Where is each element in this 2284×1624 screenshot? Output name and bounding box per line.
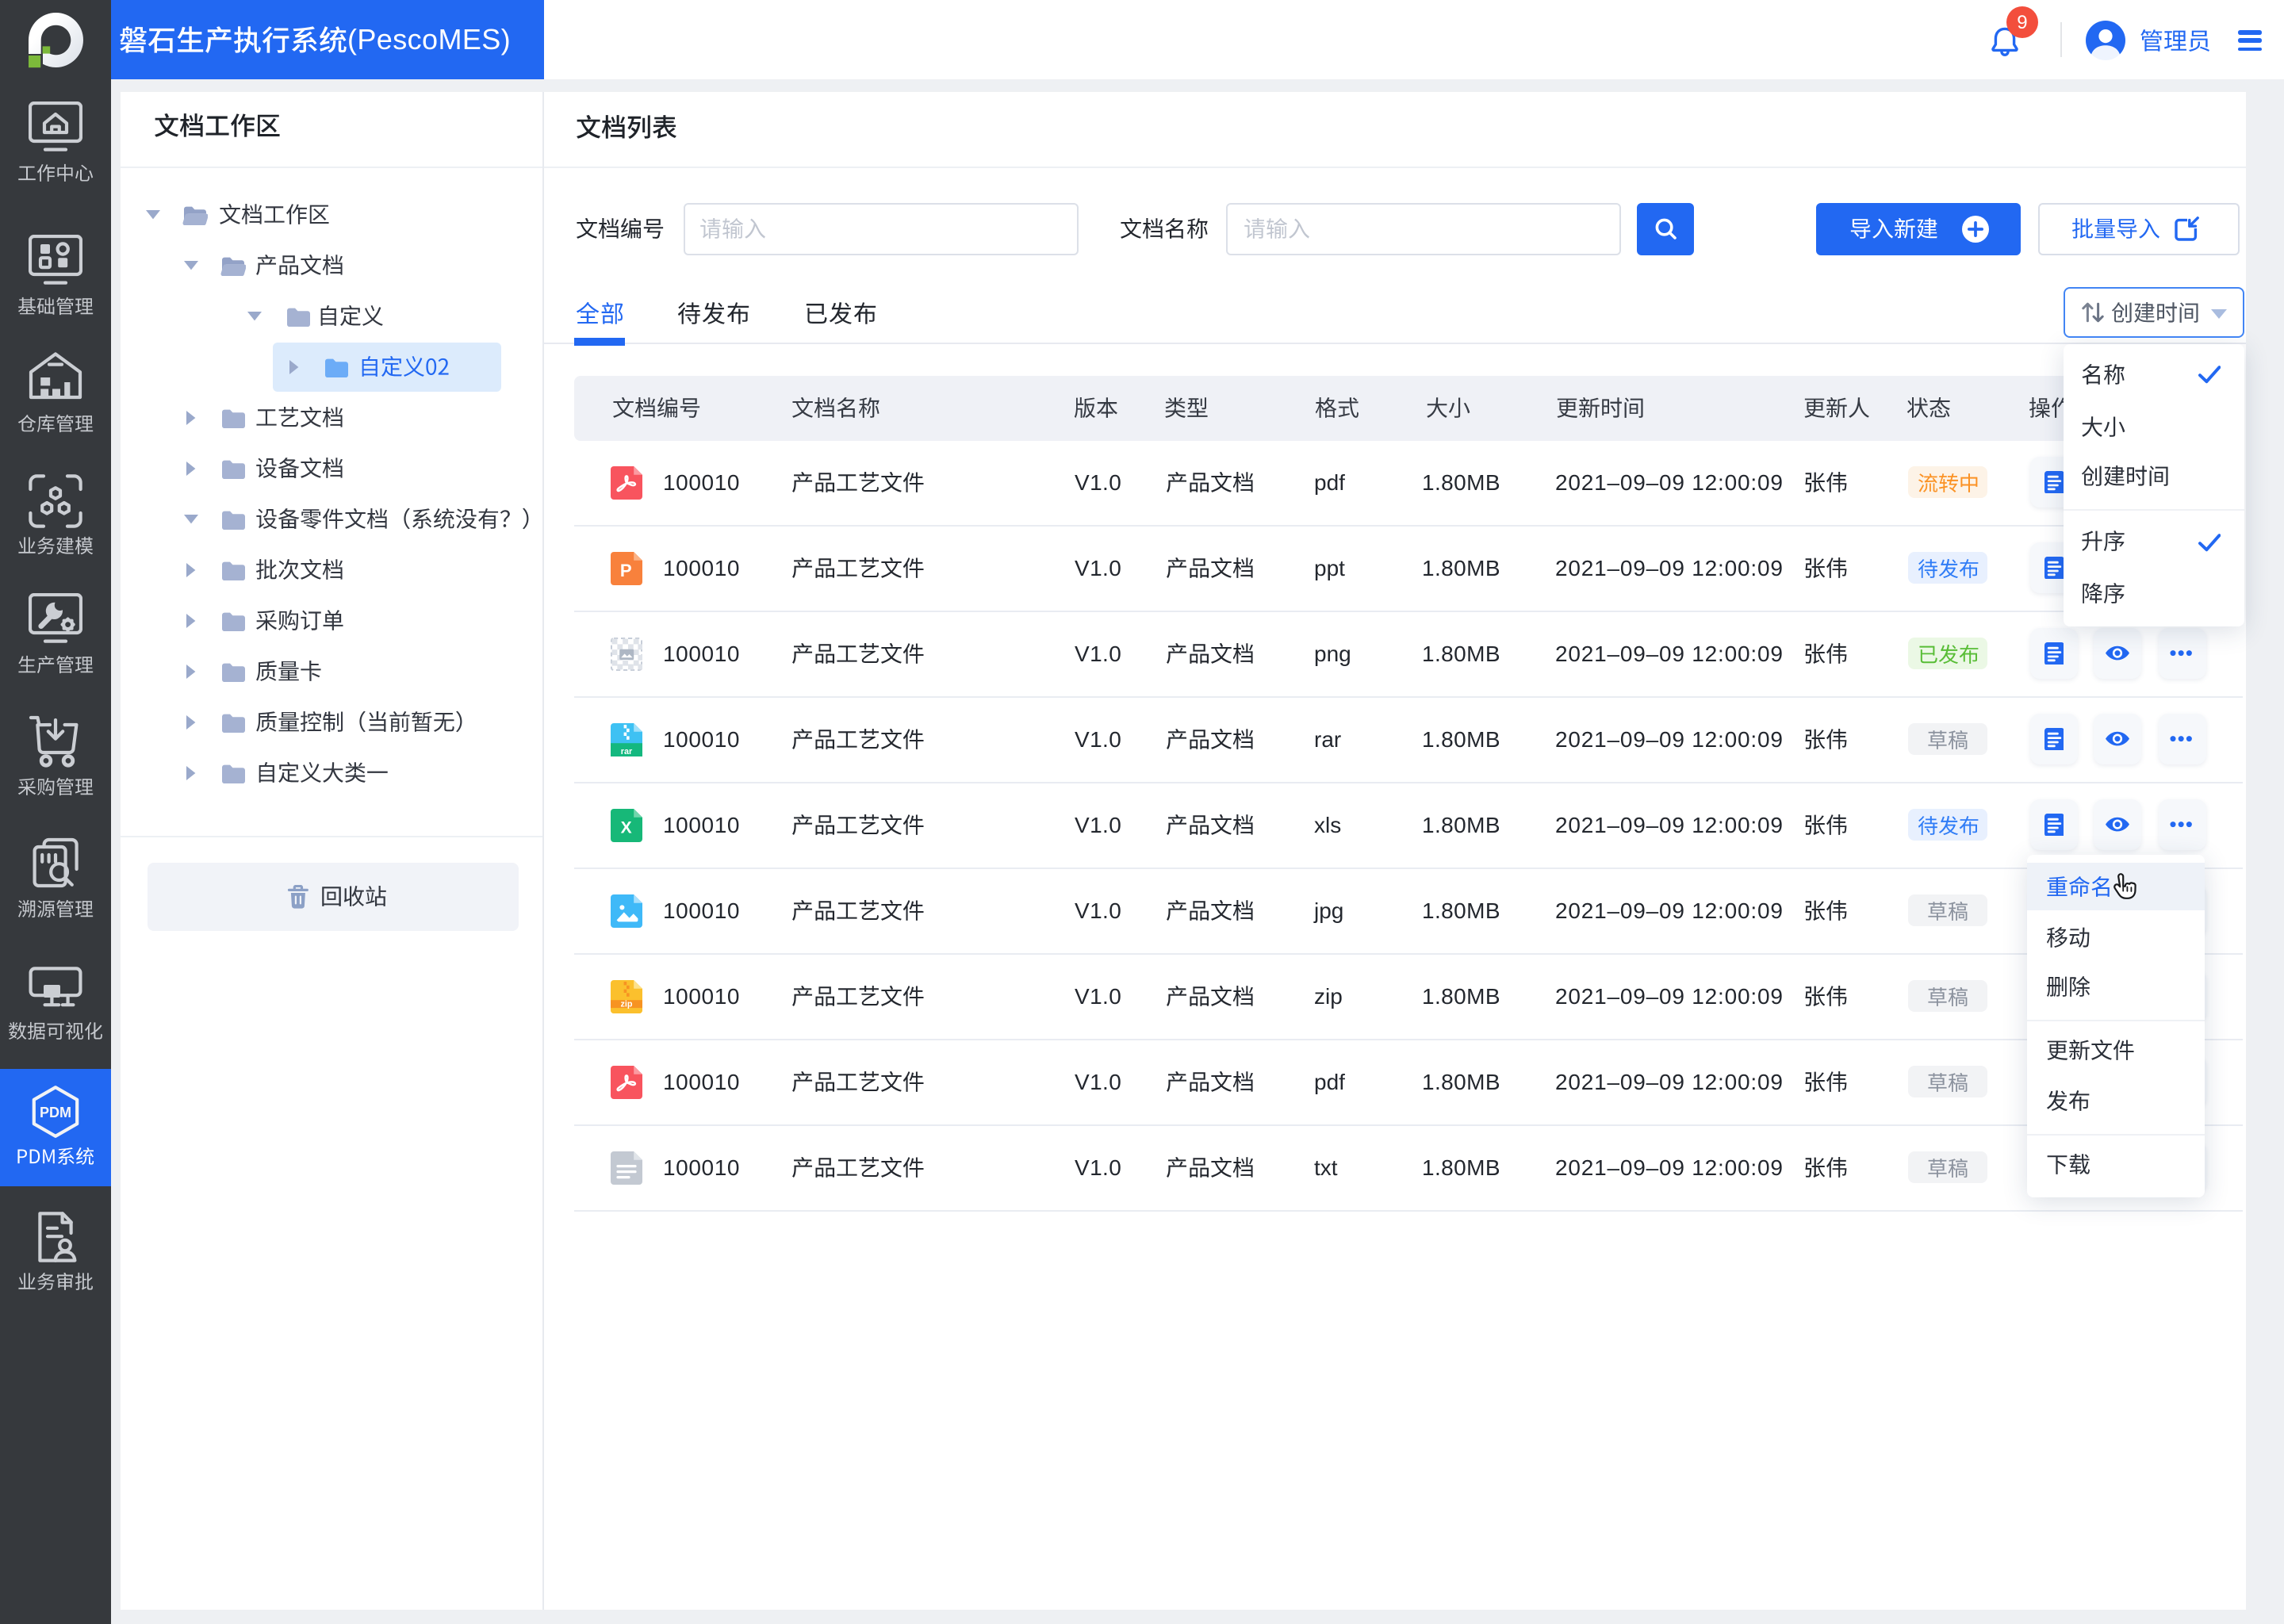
svg-text:PDM: PDM bbox=[40, 1105, 71, 1120]
svg-text:X: X bbox=[620, 818, 631, 836]
svg-text:rar: rar bbox=[620, 746, 632, 756]
svg-text:zip: zip bbox=[620, 999, 632, 1009]
svg-text:P: P bbox=[619, 560, 631, 580]
